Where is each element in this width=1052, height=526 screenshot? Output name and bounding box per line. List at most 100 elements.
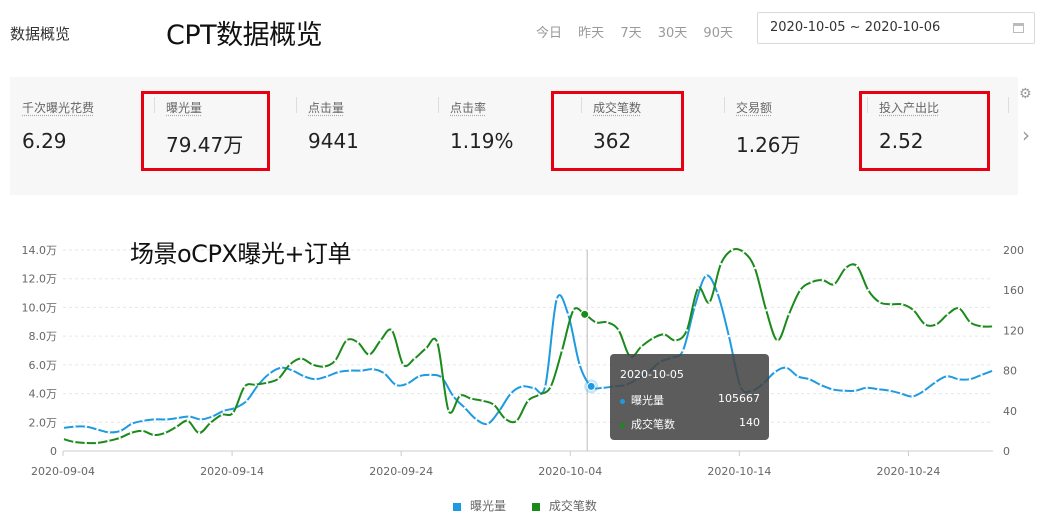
data-point bbox=[854, 389, 857, 392]
data-point bbox=[107, 431, 111, 434]
data-point bbox=[402, 363, 405, 366]
data-point bbox=[61, 437, 65, 441]
highlight-point bbox=[586, 381, 596, 391]
data-point bbox=[567, 313, 570, 316]
data-point bbox=[578, 363, 581, 367]
data-point bbox=[867, 289, 870, 292]
data-point bbox=[515, 419, 518, 422]
data-point bbox=[356, 341, 360, 344]
metric-label: 千次曝光花费 bbox=[22, 101, 95, 115]
data-point bbox=[279, 366, 283, 369]
data-point bbox=[935, 323, 938, 326]
data-point bbox=[831, 388, 834, 391]
data-point bbox=[436, 341, 439, 344]
data-point bbox=[73, 425, 76, 428]
tooltip-row-name: 曝光量 bbox=[631, 394, 664, 407]
legend-item-impressions[interactable]: 曝光量 bbox=[453, 497, 506, 514]
y-right-tick-label: 0 bbox=[1003, 445, 1010, 458]
data-point bbox=[141, 429, 144, 433]
data-point bbox=[314, 378, 317, 381]
data-point bbox=[555, 298, 558, 301]
data-point bbox=[417, 375, 421, 378]
tab-90days[interactable]: 90天 bbox=[703, 26, 733, 41]
tooltip-row-orders: 成交笔数 140 bbox=[620, 416, 760, 432]
data-point bbox=[368, 353, 371, 356]
data-point bbox=[345, 339, 348, 342]
legend-item-orders[interactable]: 成交笔数 bbox=[531, 497, 597, 514]
data-point bbox=[119, 429, 122, 433]
data-point bbox=[544, 385, 547, 388]
data-point bbox=[243, 385, 246, 388]
y-right-tick-label: 120 bbox=[1003, 324, 1024, 337]
tab-yesterday[interactable]: 昨天 bbox=[578, 26, 604, 41]
tooltip-row-impressions: 曝光量 105667 bbox=[620, 392, 760, 408]
data-point bbox=[325, 375, 329, 378]
data-point bbox=[300, 357, 303, 360]
data-point bbox=[651, 337, 654, 340]
y-right-tick-label: 160 bbox=[1003, 284, 1024, 297]
data-point bbox=[291, 369, 294, 372]
tab-7days[interactable]: 7天 bbox=[620, 26, 641, 41]
data-point bbox=[704, 274, 708, 277]
data-point bbox=[980, 325, 983, 328]
data-point bbox=[912, 309, 915, 312]
metric-value: 1.19% bbox=[450, 129, 514, 153]
data-point bbox=[360, 369, 363, 372]
metric-divider bbox=[1008, 97, 1009, 113]
x-tick-label: 2020-09-04 bbox=[31, 465, 95, 478]
data-point bbox=[526, 399, 530, 402]
metric-value: 6.29 bbox=[22, 129, 67, 153]
tooltip-date: 2020-10-05 bbox=[620, 368, 684, 381]
data-point bbox=[946, 313, 949, 316]
data-point bbox=[186, 419, 189, 422]
data-point bbox=[394, 383, 398, 387]
x-tick-label: 2020-09-14 bbox=[200, 465, 264, 478]
data-point bbox=[322, 365, 326, 368]
chart-annotation: 场景oCPX曝光+订单 bbox=[130, 240, 351, 268]
highlight-box-orders bbox=[551, 91, 684, 171]
data-point bbox=[492, 403, 496, 406]
metric-value: 9441 bbox=[308, 129, 359, 153]
data-point bbox=[899, 392, 903, 395]
data-point bbox=[222, 409, 225, 412]
data-point bbox=[379, 339, 382, 342]
data-point bbox=[708, 301, 711, 304]
metric-divider bbox=[724, 97, 725, 113]
data-point bbox=[165, 418, 168, 421]
data-point bbox=[681, 349, 685, 352]
data-point bbox=[220, 413, 223, 416]
data-point bbox=[901, 303, 904, 306]
chevron-right-icon[interactable]: › bbox=[1022, 123, 1030, 147]
gear-icon[interactable]: ⚙ bbox=[1019, 86, 1032, 102]
tab-today[interactable]: 今日 bbox=[536, 26, 562, 41]
data-point bbox=[674, 339, 677, 342]
x-tick-label: 2020-10-04 bbox=[538, 465, 602, 478]
tab-30days[interactable]: 30天 bbox=[658, 26, 688, 41]
data-point bbox=[617, 329, 620, 332]
data-point bbox=[302, 375, 306, 378]
y-left-tick-label: 2.0万 bbox=[29, 416, 58, 429]
data-point bbox=[107, 439, 110, 443]
data-point bbox=[787, 313, 791, 316]
highlight-box-impressions bbox=[141, 91, 270, 171]
data-point bbox=[991, 325, 995, 328]
tooltip-dot-icon bbox=[620, 398, 625, 404]
data-point bbox=[84, 425, 88, 428]
date-range-picker[interactable]: 2020-10-05 ~ 2020-10-06 bbox=[757, 12, 1035, 44]
data-point bbox=[727, 334, 731, 338]
data-point bbox=[509, 392, 512, 395]
data-point bbox=[118, 436, 121, 440]
data-point bbox=[61, 426, 65, 430]
data-point bbox=[945, 375, 949, 378]
data-point bbox=[348, 369, 352, 372]
data-point bbox=[265, 381, 269, 384]
data-point bbox=[934, 380, 937, 384]
range-tabs: 今日 昨天 7天 30天 90天 bbox=[536, 22, 745, 41]
data-point bbox=[152, 433, 155, 437]
legend-label: 曝光量 bbox=[470, 499, 507, 513]
data-point bbox=[776, 339, 779, 342]
tooltip-row-value: 140 bbox=[739, 416, 760, 429]
data-point bbox=[231, 411, 235, 414]
data-point bbox=[785, 366, 788, 369]
data-point bbox=[601, 386, 604, 389]
